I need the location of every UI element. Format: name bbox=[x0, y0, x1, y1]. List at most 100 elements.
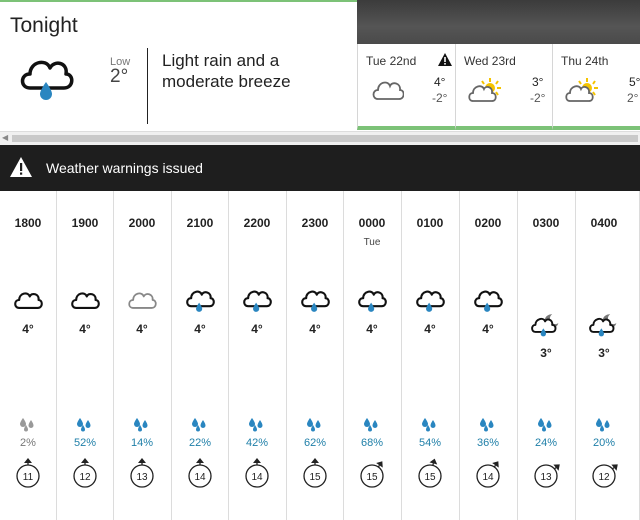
cloud-light-icon bbox=[128, 292, 157, 309]
wind-direction-icon: 13 bbox=[534, 464, 560, 488]
wind-direction-icon: 15 bbox=[303, 458, 327, 488]
wind-direction-icon: 12 bbox=[73, 458, 97, 488]
cloud-rain-icon bbox=[186, 290, 215, 312]
sun-cloud-icon bbox=[565, 78, 598, 102]
background-image-band bbox=[357, 0, 640, 44]
day-high: 5° bbox=[629, 75, 640, 89]
cloud-rain-icon bbox=[243, 290, 272, 312]
precipitation-chance: 54% bbox=[418, 437, 442, 449]
rain-drops-icon bbox=[538, 418, 552, 432]
wind-direction-icon: 15 bbox=[360, 461, 384, 488]
hour-column[interactable]: 0400 3° 20% 12 bbox=[576, 191, 640, 520]
hour-column[interactable]: 0000 Tue 4° 68% 15 bbox=[344, 191, 402, 520]
day-high: 4° bbox=[434, 75, 446, 89]
day-name: Wed 23rd bbox=[464, 54, 516, 68]
precipitation-chance: 14% bbox=[130, 437, 154, 449]
moon-cloud-rain-icon bbox=[589, 314, 617, 337]
wind-direction-icon: 14 bbox=[245, 458, 269, 488]
hour-column[interactable]: 2100 4° 22% 14 bbox=[172, 191, 229, 520]
tonight-title: Tonight bbox=[10, 14, 78, 37]
hour-temperature: 3° bbox=[598, 346, 610, 360]
precipitation-chance: 20% bbox=[592, 437, 616, 449]
day-low: -2° bbox=[530, 91, 546, 105]
precipitation-chance: 52% bbox=[73, 437, 97, 449]
divider bbox=[147, 48, 148, 124]
hour-temperature: 4° bbox=[424, 322, 436, 336]
hour-column[interactable]: 1900 4° 52% 12 bbox=[57, 191, 114, 520]
wind-direction-icon: 15 bbox=[418, 458, 442, 488]
wind-speed: 14 bbox=[194, 472, 206, 483]
hour-time: 0300 bbox=[532, 216, 560, 230]
rain-drops-icon bbox=[20, 418, 34, 432]
wind-direction-icon: 13 bbox=[130, 458, 154, 488]
hour-temperature: 4° bbox=[22, 322, 34, 336]
day-card-thu[interactable]: Thu 24th 5° 2° bbox=[552, 44, 640, 130]
wind-speed: 12 bbox=[79, 472, 91, 483]
cloud-icon bbox=[71, 292, 100, 309]
wind-speed: 13 bbox=[540, 472, 552, 483]
warning-triangle-icon bbox=[438, 53, 452, 66]
hour-time: 0000 bbox=[358, 216, 386, 230]
scrollbar-thumb[interactable] bbox=[12, 135, 638, 142]
hour-time: 0400 bbox=[590, 216, 618, 230]
rain-drops-icon bbox=[596, 418, 610, 432]
day-card-tue[interactable]: Tue 22nd 4° -2° bbox=[357, 44, 455, 130]
hour-time: 2000 bbox=[128, 216, 156, 230]
hour-time: 1900 bbox=[71, 216, 99, 230]
rain-drops-icon bbox=[422, 418, 436, 432]
cloud-rain-icon bbox=[301, 290, 330, 312]
wind-speed: 14 bbox=[482, 472, 494, 483]
wind-speed: 11 bbox=[23, 472, 34, 483]
day-low: -2° bbox=[432, 91, 448, 105]
cloud-icon bbox=[14, 292, 43, 309]
day-name: Tue 22nd bbox=[366, 54, 417, 68]
cloud-rain-icon bbox=[20, 60, 74, 100]
cloud-rain-icon bbox=[416, 290, 445, 312]
hour-column[interactable]: 0100 4° 54% 15 bbox=[402, 191, 460, 520]
moon-cloud-rain-icon bbox=[531, 314, 559, 337]
warnings-text: Weather warnings issued bbox=[46, 160, 203, 176]
rain-drops-icon bbox=[364, 418, 378, 432]
precipitation-chance: 22% bbox=[188, 437, 212, 449]
horizontal-scrollbar[interactable]: ◀ bbox=[0, 131, 640, 145]
wind-direction-icon: 12 bbox=[592, 464, 618, 488]
hour-time: 1800 bbox=[14, 216, 42, 230]
tonight-panel[interactable]: Tonight Low 2° Light rain and a moderate… bbox=[0, 0, 357, 130]
hour-column[interactable]: 0300 3° 24% 13 bbox=[518, 191, 576, 520]
precipitation-chance: 2% bbox=[20, 437, 36, 449]
hour-column[interactable]: 2200 4° 42% 14 bbox=[229, 191, 287, 520]
hour-temperature: 4° bbox=[79, 322, 91, 336]
hour-time: 0200 bbox=[474, 216, 502, 230]
precipitation-chance: 36% bbox=[476, 437, 500, 449]
day-card-wed[interactable]: Wed 23rd 3° -2° bbox=[455, 44, 552, 130]
wind-speed: 12 bbox=[598, 472, 610, 483]
precipitation-chance: 24% bbox=[534, 437, 558, 449]
day-name: Thu 24th bbox=[561, 54, 609, 68]
rain-drops-icon bbox=[77, 418, 91, 432]
rain-drops-icon bbox=[307, 418, 321, 432]
hour-temperature: 4° bbox=[251, 322, 263, 336]
wind-direction-icon: 14 bbox=[476, 461, 500, 488]
wind-speed: 14 bbox=[251, 472, 263, 483]
hour-time: 2100 bbox=[186, 216, 214, 230]
wind-speed: 15 bbox=[309, 472, 321, 483]
hour-temperature: 4° bbox=[482, 322, 494, 336]
sun-cloud-icon bbox=[468, 78, 501, 102]
warning-triangle-icon bbox=[10, 157, 32, 177]
scroll-left-icon[interactable]: ◀ bbox=[2, 133, 8, 142]
wind-direction-icon: 11 bbox=[16, 458, 40, 488]
cloud-rain-icon bbox=[474, 290, 503, 312]
hour-time: 2300 bbox=[301, 216, 329, 230]
hour-column[interactable]: 2000 4° 14% 13 bbox=[114, 191, 172, 520]
hourly-forecast: 1800 4° 2% 11 1900 4° 52% 12 2000 4° 14% 13 2100 4° 22… bbox=[0, 191, 640, 520]
hour-column[interactable]: 1800 4° 2% 11 bbox=[0, 191, 57, 520]
wind-speed: 13 bbox=[136, 472, 148, 483]
hour-column[interactable]: 2300 4° 62% 15 bbox=[287, 191, 344, 520]
hour-temperature: 4° bbox=[136, 322, 148, 336]
weather-warnings-bar[interactable]: Weather warnings issued bbox=[0, 145, 640, 191]
hour-time: 0100 bbox=[416, 216, 444, 230]
precipitation-chance: 42% bbox=[245, 437, 269, 449]
hour-column[interactable]: 0200 4° 36% 14 bbox=[460, 191, 518, 520]
low-temperature: 2° bbox=[110, 66, 129, 87]
forecast-header: Tonight Low 2° Light rain and a moderate… bbox=[0, 0, 640, 130]
